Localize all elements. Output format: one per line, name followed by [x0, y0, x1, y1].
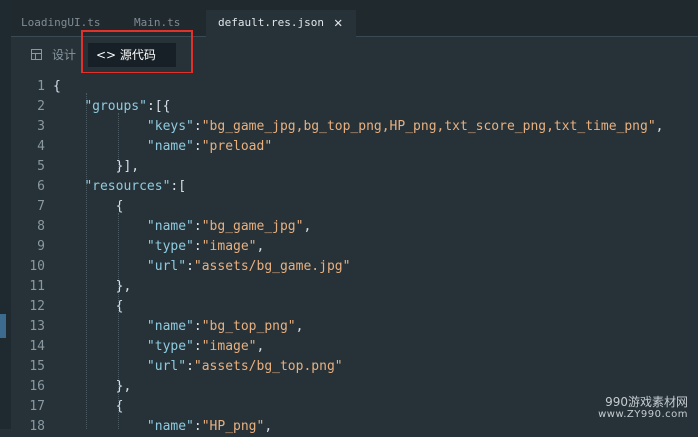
line-number: 16 [29, 379, 45, 394]
code-line: { [53, 399, 124, 414]
tab-default-res-json[interactable]: default.res.json ✕ [206, 10, 356, 37]
line-number: 9 [37, 239, 45, 254]
close-icon[interactable]: ✕ [334, 14, 342, 32]
line-number: 15 [29, 359, 45, 374]
line-number: 3 [37, 119, 45, 134]
design-view-button[interactable]: 设计 [31, 43, 76, 67]
line-number: 11 [29, 279, 45, 294]
code-line: { [53, 79, 61, 94]
code-line: "resources":[ [84, 179, 187, 194]
design-view-label: 设计 [52, 48, 77, 62]
code-line: "url":"assets/bg_top.png" [146, 359, 343, 374]
line-number-gutter: 1 2 3 4 5 6 7 8 9 10 11 12 13 14 15 16 17 18 [11, 73, 45, 434]
left-activity-bar [0, 0, 11, 429]
line-number: 12 [29, 299, 45, 314]
line-number: 6 [37, 179, 45, 194]
line-number: 1 [37, 79, 45, 94]
code-line: { [53, 199, 124, 214]
watermark-url: www.ZY990.com [598, 409, 688, 420]
code-line: "url":"assets/bg_game.jpg" [146, 259, 351, 274]
line-number: 2 [37, 99, 45, 114]
line-number: 10 [29, 259, 45, 274]
code-line: }, [53, 279, 132, 294]
code-line: "groups":[{ [84, 99, 171, 114]
line-number: 4 [37, 139, 45, 154]
line-number: 8 [37, 219, 45, 234]
code-line: }], [53, 159, 140, 174]
line-number: 18 [29, 419, 45, 434]
line-number: 7 [37, 199, 45, 214]
line-number: 17 [29, 399, 45, 414]
code-line: "type":"image", [146, 339, 265, 354]
layout-grid-icon [31, 49, 42, 60]
code-line: "name":"bg_game_jpg", [146, 219, 312, 234]
tab-label: LoadingUI.ts [21, 16, 101, 29]
code-line: { [53, 299, 124, 314]
code-area[interactable]: { "groups":[{ "keys":"bg_game_jpg,bg_top… [53, 73, 698, 434]
watermark: 990游戏素材网 www.ZY990.com [598, 395, 688, 421]
tab-label: Main.ts [134, 16, 181, 29]
code-line: "name":"bg_top_png", [146, 319, 304, 334]
line-number: 5 [37, 159, 45, 174]
watermark-title: 990游戏素材网 [605, 395, 688, 409]
active-indicator [0, 314, 6, 338]
code-line: "name":"preload" [146, 139, 273, 154]
annotation-highlight-box [81, 30, 193, 74]
code-line: "type":"image", [146, 239, 265, 254]
line-number: 13 [29, 319, 45, 334]
tab-label: default.res.json [218, 16, 324, 29]
code-line: "name":"HP_png", [146, 419, 273, 434]
line-number: 14 [29, 339, 45, 354]
code-line: }, [53, 379, 132, 394]
code-editor[interactable]: 1 2 3 4 5 6 7 8 9 10 11 12 13 14 15 16 17 18 { "groups":[… [11, 73, 698, 434]
code-line: "keys":"bg_game_jpg,bg_top_png,HP_png,tx… [146, 119, 664, 134]
